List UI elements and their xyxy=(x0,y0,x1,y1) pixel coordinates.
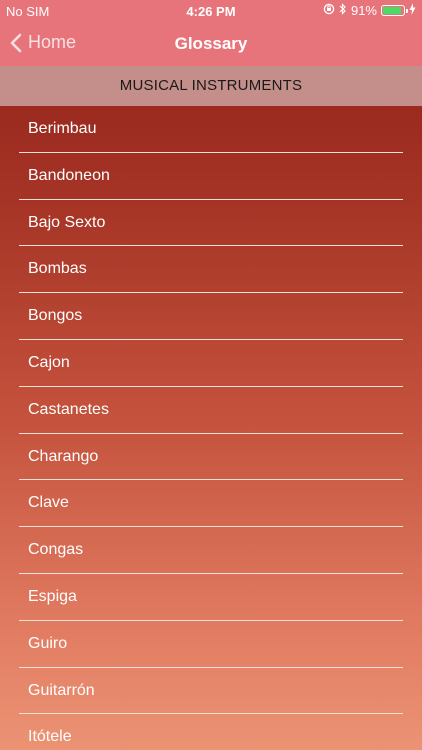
list-item[interactable]: Bongos xyxy=(0,293,422,340)
list-item-label: Bongos xyxy=(28,307,83,325)
list-item[interactable]: Clave xyxy=(0,480,422,528)
list-item[interactable]: Congas xyxy=(0,527,422,574)
list-item-label: Charango xyxy=(28,447,99,465)
charging-icon xyxy=(409,3,416,18)
list-item[interactable]: Castanetes xyxy=(0,387,422,434)
bluetooth-icon xyxy=(339,3,347,18)
battery-percent: 91% xyxy=(350,3,377,18)
list-item-label: Berimbau xyxy=(28,120,97,137)
navigation-bar: Home Glossary xyxy=(0,24,422,66)
list-item[interactable]: Guiro xyxy=(0,621,422,668)
status-right-group: 91% xyxy=(323,3,416,18)
list-item-label: Bajo Sexto xyxy=(28,213,106,231)
list-item[interactable]: Guitarrón xyxy=(0,668,422,715)
list-item-label: Cajon xyxy=(28,353,70,371)
app-screen: No SIM 4:26 PM 91% Home Glossary MUSICAL… xyxy=(0,0,422,750)
battery-icon xyxy=(381,5,408,16)
list-item-label: Clave xyxy=(28,494,69,512)
list-item[interactable]: Bandoneon xyxy=(0,153,422,200)
orientation-lock-icon xyxy=(323,3,335,18)
list-item-label: Itótele xyxy=(28,728,72,746)
list-item[interactable]: Cajon xyxy=(0,340,422,387)
page-title: Glossary xyxy=(174,34,248,53)
section-header: MUSICAL INSTRUMENTS xyxy=(0,66,422,106)
list-item[interactable]: Charango xyxy=(0,434,422,481)
status-bar: No SIM 4:26 PM 91% xyxy=(0,0,422,24)
top-bar: No SIM 4:26 PM 91% Home Glossary xyxy=(0,0,422,66)
list-item[interactable]: Espiga xyxy=(0,574,422,621)
glossary-list: Berimbau Bandoneon Bajo Sexto Bombas Bongos C… xyxy=(0,106,422,750)
list-item[interactable]: Berimbau xyxy=(0,106,422,153)
list-item-label: Guiro xyxy=(28,634,68,652)
battery-fill xyxy=(383,7,402,14)
list-item-label: Guitarrón xyxy=(28,681,95,699)
list-item-label: Congas xyxy=(28,541,84,559)
list-item-label: Bombas xyxy=(28,260,87,278)
list-item[interactable]: Bajo Sexto xyxy=(0,200,422,247)
list-item-label: Bandoneon xyxy=(28,166,110,184)
list-item-label: Espiga xyxy=(28,587,77,605)
list-item-label: Castanetes xyxy=(28,400,109,418)
list-item[interactable]: Itótele xyxy=(0,714,422,750)
list-item[interactable]: Bombas xyxy=(0,246,422,294)
